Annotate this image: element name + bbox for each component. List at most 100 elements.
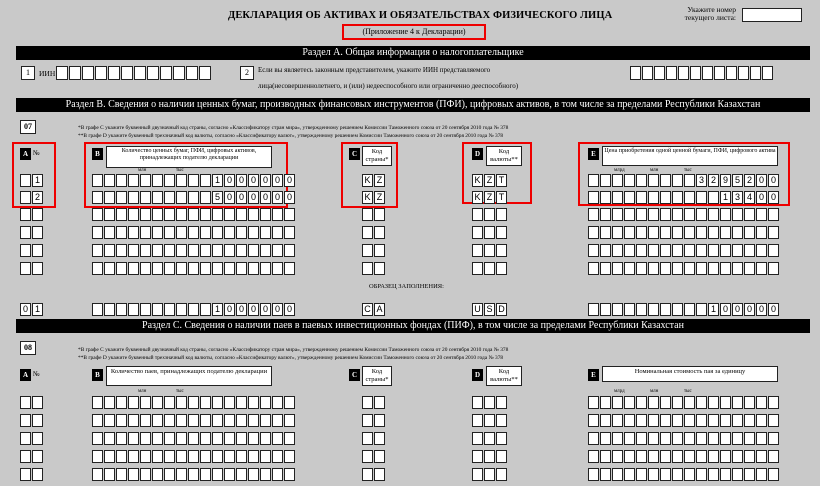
price-cells-cell[interactable]	[684, 226, 695, 239]
c-nominal-value-cells-cell[interactable]	[708, 432, 719, 445]
c-quantity-cells-cell[interactable]	[212, 468, 223, 481]
c-quantity-cells-cell[interactable]	[152, 414, 163, 427]
sample-quantity-cells-cell[interactable]	[140, 303, 151, 316]
c-nominal-value-cells-cell[interactable]	[624, 432, 635, 445]
country-code-cells-cell[interactable]	[374, 226, 385, 239]
quantity-cells-cell[interactable]	[236, 244, 247, 257]
currency-code-cells-cell[interactable]	[484, 262, 495, 275]
sample-price-cells-cell[interactable]	[636, 303, 647, 316]
quantity-cells-cell[interactable]	[236, 262, 247, 275]
c-nominal-value-cells-cell[interactable]	[600, 432, 611, 445]
quantity-cells-cell[interactable]	[104, 174, 115, 187]
price-cells-cell[interactable]	[612, 226, 623, 239]
price-cells-cell[interactable]: 9	[720, 174, 731, 187]
c-nominal-value-cells-cell[interactable]	[624, 468, 635, 481]
c-nominal-value-cells-cell[interactable]	[624, 414, 635, 427]
quantity-cells-cell[interactable]	[152, 226, 163, 239]
c-quantity-cells-cell[interactable]	[200, 468, 211, 481]
country-code-cells-cell[interactable]: Z	[374, 174, 385, 187]
c-nominal-value-cells-cell[interactable]	[684, 414, 695, 427]
quantity-cells-cell[interactable]	[116, 191, 127, 204]
quantity-cells-cell[interactable]	[260, 262, 271, 275]
iin-digit-box[interactable]	[121, 66, 133, 80]
currency-code-cells-cell[interactable]: K	[472, 191, 483, 204]
quantity-cells-cell[interactable]	[116, 226, 127, 239]
quantity-cells-cell[interactable]	[116, 244, 127, 257]
price-cells-cell[interactable]	[732, 262, 743, 275]
price-cells-cell[interactable]	[696, 191, 707, 204]
sample-price-cells-cell[interactable]: 0	[756, 303, 767, 316]
representative-iin-input[interactable]	[630, 66, 773, 80]
c-quantity-cells-cell[interactable]	[164, 432, 175, 445]
c-currency-code-cells-cell[interactable]	[496, 396, 507, 409]
quantity-cells-cell[interactable]	[152, 262, 163, 275]
quantity-cells-cell[interactable]	[164, 226, 175, 239]
c-quantity-cells-cell[interactable]	[248, 432, 259, 445]
c-currency-code-cells-cell[interactable]	[472, 432, 483, 445]
price-cells-cell[interactable]: 0	[756, 191, 767, 204]
sample-price-cells-cell[interactable]	[684, 303, 695, 316]
c-currency-code-cells-cell[interactable]	[484, 432, 495, 445]
quantity-cells-cell[interactable]: 0	[248, 174, 259, 187]
c-quantity-cells-cell[interactable]	[272, 396, 283, 409]
price-cells-cell[interactable]	[672, 244, 683, 257]
sample-price-cells-cell[interactable]: 0	[768, 303, 779, 316]
c-quantity-cells-cell[interactable]	[92, 396, 103, 409]
price-cells-cell[interactable]	[648, 244, 659, 257]
price-cells-cell[interactable]: 0	[768, 174, 779, 187]
c-nominal-value-cells-cell[interactable]	[636, 468, 647, 481]
c-quantity-cells-cell[interactable]	[116, 468, 127, 481]
quantity-cells-cell[interactable]	[116, 208, 127, 221]
price-cells-cell[interactable]	[600, 226, 611, 239]
c-nominal-value-cells-cell[interactable]	[684, 432, 695, 445]
sample-price-cells-cell[interactable]	[624, 303, 635, 316]
quantity-cells-cell[interactable]	[176, 191, 187, 204]
c-row-number-cells-cell[interactable]	[20, 414, 31, 427]
c-quantity-cells-cell[interactable]	[212, 414, 223, 427]
c-quantity-cells-cell[interactable]	[116, 432, 127, 445]
quantity-cells-cell[interactable]	[248, 208, 259, 221]
quantity-cells-cell[interactable]: 0	[260, 174, 271, 187]
price-cells-cell[interactable]	[648, 262, 659, 275]
c-nominal-value-cells-cell[interactable]	[660, 414, 671, 427]
sample-country-cells-cell[interactable]: A	[374, 303, 385, 316]
quantity-cells-cell[interactable]	[236, 208, 247, 221]
c-nominal-value-cells-cell[interactable]	[768, 396, 779, 409]
iin-digit-box[interactable]	[160, 66, 172, 80]
currency-code-cells-cell[interactable]	[496, 208, 507, 221]
row-number-cell[interactable]	[20, 226, 31, 239]
price-cells-cell[interactable]	[660, 244, 671, 257]
c-quantity-cells-cell[interactable]	[200, 396, 211, 409]
quantity-cells-cell[interactable]	[260, 244, 271, 257]
c-quantity-cells-cell[interactable]	[272, 432, 283, 445]
sample-quantity-cells-cell[interactable]	[92, 303, 103, 316]
currency-code-cells-cell[interactable]: T	[496, 191, 507, 204]
c-nominal-value-cells-cell[interactable]	[672, 468, 683, 481]
c-nominal-value-cells-cell[interactable]	[684, 468, 695, 481]
price-cells-cell[interactable]	[636, 191, 647, 204]
c-quantity-cells-cell[interactable]	[212, 396, 223, 409]
c-nominal-value-cells-cell[interactable]	[588, 414, 599, 427]
c-nominal-value-cells-cell[interactable]	[720, 450, 731, 463]
c-country-code-cells-cell[interactable]	[374, 450, 385, 463]
c-currency-code-cells-cell[interactable]	[496, 468, 507, 481]
c-quantity-cells-cell[interactable]	[164, 468, 175, 481]
iin-digit-box[interactable]	[134, 66, 146, 80]
price-cells-cell[interactable]	[720, 226, 731, 239]
c-quantity-cells-cell[interactable]	[116, 414, 127, 427]
currency-code-cells-cell[interactable]	[496, 244, 507, 257]
c-quantity-cells-cell[interactable]	[260, 432, 271, 445]
price-cells-cell[interactable]	[756, 262, 767, 275]
c-quantity-cells-cell[interactable]	[260, 450, 271, 463]
price-cells-cell[interactable]	[672, 174, 683, 187]
price-cells-cell[interactable]	[636, 226, 647, 239]
price-cells-cell[interactable]	[636, 174, 647, 187]
c-currency-code-cells-cell[interactable]	[496, 450, 507, 463]
quantity-cells-cell[interactable]	[224, 226, 235, 239]
quantity-cells-cell[interactable]	[212, 226, 223, 239]
c-quantity-cells-cell[interactable]	[236, 414, 247, 427]
price-cells-cell[interactable]	[684, 262, 695, 275]
c-quantity-cells-cell[interactable]	[140, 468, 151, 481]
c-country-code-cells-cell[interactable]	[362, 450, 373, 463]
c-nominal-value-cells-cell[interactable]	[732, 468, 743, 481]
